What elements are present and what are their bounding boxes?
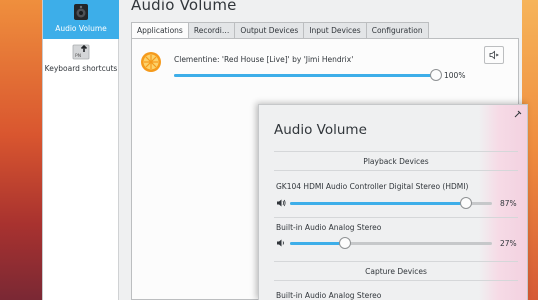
keyboard-icon-text: PN bbox=[75, 53, 81, 59]
tab-configuration[interactable]: Configuration bbox=[365, 22, 429, 38]
capture-device-name: Built-in Audio Analog Stereo bbox=[276, 291, 382, 300]
slider-fill bbox=[290, 201, 466, 205]
tab-recording[interactable]: Recordi… bbox=[187, 22, 236, 38]
stream-name: Clementine: 'Red House [Live]' by 'Jimi … bbox=[174, 55, 354, 64]
slider-fill bbox=[290, 241, 345, 245]
slider-handle[interactable] bbox=[460, 197, 472, 209]
stream-volume-slider[interactable] bbox=[174, 69, 442, 81]
desktop-wallpaper-left bbox=[0, 0, 42, 300]
playback-volume-slider[interactable] bbox=[290, 237, 492, 249]
sidebar-item-label: Audio Volume bbox=[55, 24, 107, 33]
speaker-icon bbox=[74, 4, 88, 20]
playback-device-name: GK104 HDMI Audio Controller Digital Ster… bbox=[276, 182, 469, 191]
mute-button[interactable] bbox=[484, 46, 504, 64]
slider-handle[interactable] bbox=[339, 237, 351, 249]
volume-icon bbox=[489, 50, 499, 60]
popup-title: Audio Volume bbox=[274, 122, 367, 138]
pin-icon[interactable] bbox=[513, 109, 523, 119]
slider-fill bbox=[174, 73, 436, 77]
audio-volume-popup: Audio Volume Playback Devices GK104 HDMI… bbox=[258, 104, 528, 300]
stream-volume-percent: 100% bbox=[444, 71, 466, 80]
sidebar-item-keyboard-shortcuts[interactable]: PN Keyboard shortcuts bbox=[43, 39, 119, 79]
playback-volume-percent: 87% bbox=[500, 199, 517, 208]
row-divider bbox=[274, 217, 518, 218]
capture-devices-header: Capture Devices bbox=[274, 261, 518, 281]
tab-applications[interactable]: Applications bbox=[131, 22, 189, 38]
playback-device-name: Built-in Audio Analog Stereo bbox=[276, 223, 382, 232]
playback-devices-header: Playback Devices bbox=[274, 151, 518, 171]
sidebar: Audio Volume PN Keyboard shortcuts bbox=[43, 0, 119, 300]
clementine-orange-icon bbox=[141, 52, 161, 72]
playback-volume-slider[interactable] bbox=[290, 197, 492, 209]
playback-volume-percent: 27% bbox=[500, 239, 517, 248]
sidebar-item-audio-volume[interactable]: Audio Volume bbox=[43, 0, 119, 39]
keyboard-icon: PN bbox=[72, 44, 90, 60]
slider-handle[interactable] bbox=[430, 69, 442, 81]
speaker-high-icon[interactable] bbox=[276, 198, 286, 208]
sidebar-item-label: Keyboard shortcuts bbox=[44, 64, 118, 73]
speaker-low-icon[interactable] bbox=[276, 238, 286, 248]
tab-input-devices[interactable]: Input Devices bbox=[303, 22, 367, 38]
tab-output-devices[interactable]: Output Devices bbox=[234, 22, 305, 38]
tab-bar: Applications Recordi… Output Devices Inp… bbox=[131, 22, 429, 38]
stream-row: Clementine: 'Red House [Live]' by 'Jimi … bbox=[140, 46, 512, 81]
page-title: Audio Volume bbox=[131, 0, 237, 14]
